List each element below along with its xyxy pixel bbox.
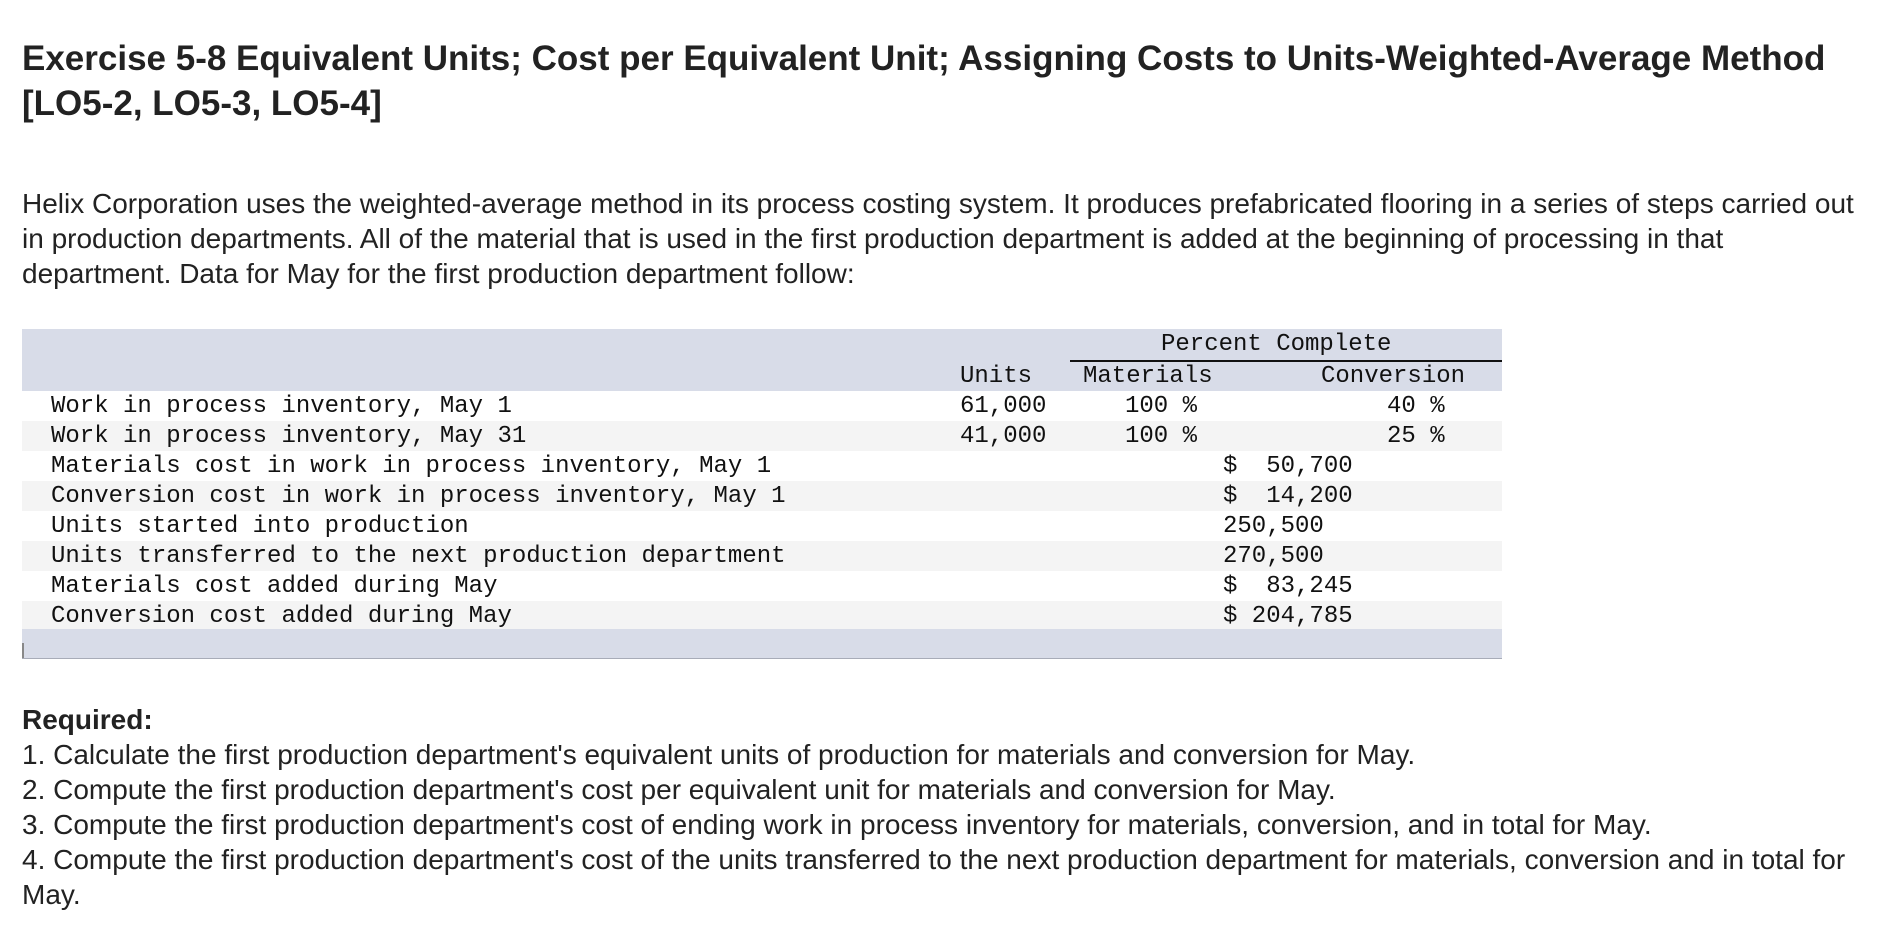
table-row: Materials cost in work in process invent…: [22, 451, 1502, 481]
table-row: Materials cost added during May $ 83,245: [22, 571, 1502, 601]
table-footer-tick: [22, 643, 24, 658]
table-row: Units transferred to the next production…: [22, 541, 1502, 571]
row-units: 61,000: [960, 393, 1047, 420]
row-label: Conversion cost added during May: [51, 603, 512, 630]
intro-paragraph: Helix Corporation uses the weighted-aver…: [22, 188, 1854, 289]
required-section: Required: 1. Calculate the first product…: [22, 702, 1872, 912]
required-item-1: 1. Calculate the first production depart…: [22, 739, 1416, 770]
exercise-title: Exercise 5-8 Equivalent Units; Cost per …: [22, 39, 1826, 123]
row-amount: $ 50,700: [1223, 453, 1353, 480]
row-amount: 250,500: [1223, 513, 1324, 540]
row-label: Units transferred to the next production…: [51, 543, 786, 570]
table-group-header-row: Percent Complete: [22, 329, 1502, 359]
conversion-column-header: Conversion: [1321, 363, 1466, 390]
materials-column-header: Materials: [1083, 363, 1213, 390]
row-label: Work in process inventory, May 1: [51, 393, 512, 420]
table-row: Work in process inventory, May 1 61,000 10…: [22, 391, 1502, 421]
table-column-header-row: Units Materials Conversion: [22, 361, 1502, 391]
row-amount: 270,500: [1223, 543, 1324, 570]
percent-complete-header: Percent Complete: [1161, 331, 1392, 358]
required-item-2: 2. Compute the first production departme…: [22, 774, 1336, 805]
row-conversion-pct: 40 %: [1387, 393, 1445, 420]
row-materials-pct: 100 %: [1125, 423, 1198, 450]
required-heading: Required:: [22, 704, 153, 735]
row-amount: $ 83,245: [1223, 573, 1353, 600]
row-materials-pct: 100 %: [1125, 393, 1198, 420]
table-footer: [22, 629, 1502, 659]
units-column-header: Units: [960, 363, 1033, 390]
row-amount: $ 204,785: [1223, 603, 1353, 630]
required-item-3: 3. Compute the first production departme…: [22, 809, 1652, 840]
data-table: Percent Complete Units Materials Convers…: [22, 329, 1502, 659]
table-row: Units started into production 250,500: [22, 511, 1502, 541]
row-label: Conversion cost in work in process inven…: [51, 483, 786, 510]
row-conversion-pct: 25 %: [1387, 423, 1445, 450]
required-item-4: 4. Compute the first production departme…: [22, 844, 1846, 910]
row-units: 41,000: [960, 423, 1047, 450]
row-amount: $ 14,200: [1223, 483, 1353, 510]
table-row: Conversion cost added during May $ 204,78…: [22, 601, 1502, 631]
row-label: Units started into production: [51, 513, 469, 540]
row-label: Materials cost in work in process invent…: [51, 453, 772, 480]
row-label: Work in process inventory, May 31: [51, 423, 527, 450]
table-row: Work in process inventory, May 31 41,000 1…: [22, 421, 1502, 451]
row-label: Materials cost added during May: [51, 573, 498, 600]
table-row: Conversion cost in work in process inven…: [22, 481, 1502, 511]
